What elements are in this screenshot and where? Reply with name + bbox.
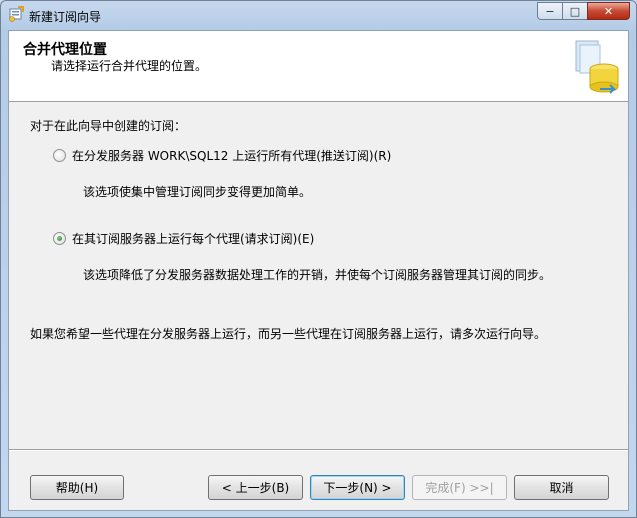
option-description: 该选项降低了分发服务器数据处理工作的开销，并使每个订阅服务器管理其订阅的同步。 <box>83 268 552 282</box>
window-title: 新建订阅向导 <box>29 10 102 24</box>
option-label[interactable]: 在其订阅服务器上运行每个代理(请求订阅)(E) <box>72 230 314 247</box>
page-title: 合并代理位置 <box>23 42 107 58</box>
minimize-icon: − <box>545 4 555 18</box>
wizard-header: 合并代理位置 请选择运行合并代理的位置。 <box>9 31 628 102</box>
database-wizard-icon <box>575 40 619 94</box>
page-subtitle: 请选择运行合并代理的位置。 <box>51 59 208 73</box>
back-button[interactable]: < 上一步(B) <box>208 475 303 500</box>
maximize-icon: □ <box>569 4 581 18</box>
help-button[interactable]: 帮助(H) <box>30 475 124 500</box>
footer-divider <box>9 449 628 451</box>
option-pull-subscription[interactable]: 在其订阅服务器上运行每个代理(请求订阅)(E) <box>53 230 314 247</box>
wizard-window: 新建订阅向导 − □ ✕ 合并代理位置 请选择运行合并代理的位置。 对于在此向导… <box>0 0 637 518</box>
minimize-button[interactable]: − <box>537 2 563 20</box>
lead-label: 对于在此向导中创建的订阅： <box>30 119 187 133</box>
option-push-subscription[interactable]: 在分发服务器 WORK\SQL12 上运行所有代理(推送订阅)(R) <box>53 147 391 164</box>
wizard-body: 对于在此向导中创建的订阅： 在分发服务器 WORK\SQL12 上运行所有代理(… <box>9 102 628 450</box>
option-description: 该选项使集中管理订阅同步变得更加简单。 <box>83 185 312 199</box>
close-icon: ✕ <box>603 4 614 18</box>
radio-button[interactable] <box>53 149 66 162</box>
wizard-client-area: 合并代理位置 请选择运行合并代理的位置。 对于在此向导中创建的订阅： 在分发服务… <box>8 30 629 511</box>
next-button[interactable]: 下一步(N) > <box>310 475 405 500</box>
wizard-app-icon <box>9 6 24 22</box>
radio-button-selected[interactable] <box>53 232 66 245</box>
cancel-button[interactable]: 取消 <box>514 475 609 500</box>
finish-button[interactable]: 完成(F) >>| <box>412 475 507 500</box>
caption-buttons: − □ ✕ <box>537 2 630 21</box>
option-label[interactable]: 在分发服务器 WORK\SQL12 上运行所有代理(推送订阅)(R) <box>72 147 391 164</box>
title-bar[interactable]: 新建订阅向导 − □ ✕ <box>1 1 636 29</box>
maximize-button[interactable]: □ <box>562 2 588 20</box>
info-note: 如果您希望一些代理在分发服务器上运行，而另一些代理在订阅服务器上运行，请多次运行… <box>30 327 547 341</box>
close-button[interactable]: ✕ <box>587 2 630 20</box>
